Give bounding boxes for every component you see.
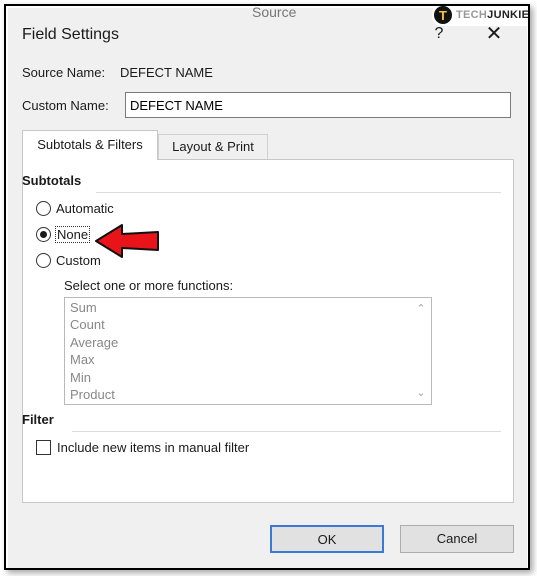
list-item[interactable]: Count xyxy=(70,317,105,332)
custom-name-input[interactable] xyxy=(125,92,511,118)
functions-label: Select one or more functions: xyxy=(64,278,234,293)
filter-divider xyxy=(72,431,501,432)
functions-listbox[interactable]: Sum Count Average Max Min Product ⌃ ⌄ xyxy=(64,297,432,405)
logo-text: TECHJUNKIE xyxy=(456,9,530,21)
cancel-button[interactable]: Cancel xyxy=(400,525,514,553)
include-new-items-option[interactable]: Include new items in manual filter xyxy=(36,440,249,455)
background-window-title: Source xyxy=(252,4,297,20)
logo-mark: T xyxy=(434,6,452,24)
radio-automatic[interactable]: Automatic xyxy=(36,201,114,216)
custom-name-label: Custom Name: xyxy=(22,98,109,113)
red-arrow-icon xyxy=(95,224,159,258)
source-name-label: Source Name: xyxy=(22,65,106,80)
radio-automatic-button[interactable] xyxy=(36,201,51,216)
radio-none-label: None xyxy=(54,226,91,243)
include-new-items-label: Include new items in manual filter xyxy=(57,440,250,455)
list-item[interactable]: Sum xyxy=(70,300,97,315)
list-item[interactable]: Average xyxy=(70,335,118,350)
subtotals-divider xyxy=(96,192,501,193)
radio-custom-button[interactable] xyxy=(36,253,51,268)
field-settings-dialog: Source Field Settings ? ✕ T TECHJUNKIE S… xyxy=(8,4,536,568)
tab-layout-print[interactable]: Layout & Print xyxy=(158,134,268,159)
ok-button[interactable]: OK xyxy=(270,525,384,553)
list-item[interactable]: Max xyxy=(70,352,95,367)
include-new-items-checkbox[interactable] xyxy=(36,440,51,455)
scroll-down-icon[interactable]: ⌄ xyxy=(413,385,429,401)
help-button[interactable]: ? xyxy=(429,23,449,45)
dialog-title: Field Settings xyxy=(22,26,119,43)
subtotals-heading: Subtotals xyxy=(22,173,82,188)
techjunkie-logo: T TECHJUNKIE xyxy=(432,4,536,26)
tab-subtotals-filters[interactable]: Subtotals & Filters xyxy=(22,130,158,160)
close-button[interactable]: ✕ xyxy=(482,23,506,45)
radio-none[interactable]: None xyxy=(36,226,91,243)
radio-none-button[interactable] xyxy=(36,227,51,242)
list-item[interactable]: Min xyxy=(70,370,91,385)
radio-automatic-label: Automatic xyxy=(56,201,114,216)
source-name-value: DEFECT NAME xyxy=(120,65,213,80)
radio-custom[interactable]: Custom xyxy=(36,253,101,268)
scroll-up-icon[interactable]: ⌃ xyxy=(413,301,429,317)
filter-heading: Filter xyxy=(22,412,54,427)
list-item[interactable]: Product xyxy=(70,387,115,402)
